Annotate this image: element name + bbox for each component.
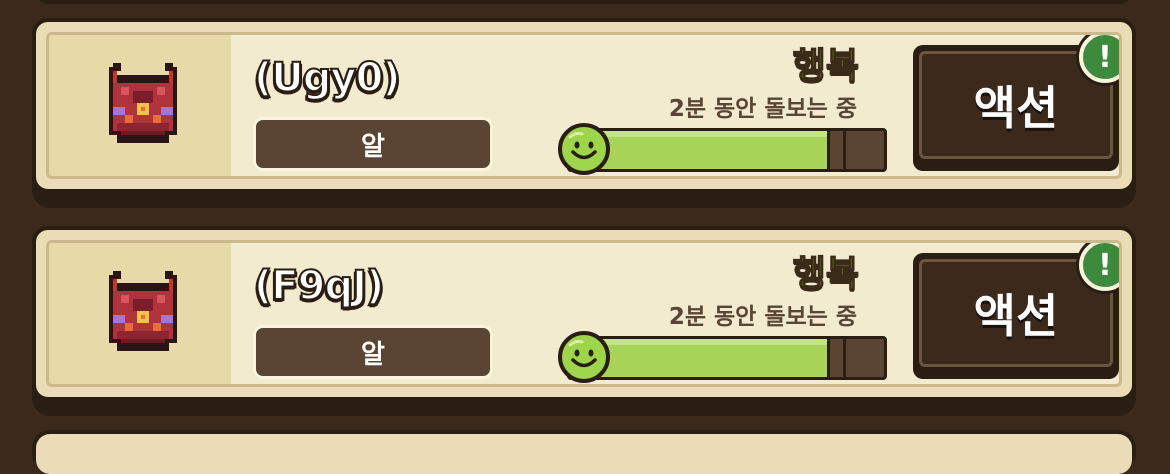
pet-card-body: (Ugy0) 알 행복 2분 동안 돌보는 중 액션 ! (46, 32, 1122, 179)
bar-segment-divider (843, 131, 847, 169)
red-horned-egg-creature-icon (109, 271, 177, 351)
action-button-label: 액션 (973, 81, 1059, 135)
top-card-edge (32, 0, 1136, 4)
red-horned-egg-creature-icon (109, 63, 177, 143)
stage-badge: 알 (253, 117, 493, 171)
happiness-bar (567, 128, 887, 172)
stage-label: 알 (361, 131, 385, 162)
mood-label: 행복 (792, 45, 860, 88)
pet-icon-panel (49, 243, 231, 384)
pet-name: (F9qJ) (253, 262, 385, 310)
smiley-face-icon (558, 123, 610, 175)
pet-card: (Ugy0) 알 행복 2분 동안 돌보는 중 액션 ! (32, 18, 1136, 208)
care-status-text: 2분 동안 돌보는 중 (668, 96, 857, 122)
alert-symbol: ! (1098, 247, 1112, 283)
smiley-face-icon (558, 331, 610, 383)
mood-label: 행복 (792, 253, 860, 296)
bar-segment-divider (827, 339, 831, 377)
stage-badge: 알 (253, 325, 493, 379)
pet-name: (Ugy0) (253, 54, 402, 102)
bar-segment-divider (843, 339, 847, 377)
happiness-bar (567, 336, 887, 380)
stage-label: 알 (361, 339, 385, 370)
bar-segment-divider (827, 131, 831, 169)
alert-symbol: ! (1098, 39, 1112, 75)
action-button-label: 액션 (973, 289, 1059, 343)
pet-card: (F9qJ) 알 행복 2분 동안 돌보는 중 액션 ! (32, 226, 1136, 416)
pet-icon-panel (49, 35, 231, 176)
pet-card-body: (F9qJ) 알 행복 2분 동안 돌보는 중 액션 ! (46, 240, 1122, 387)
care-status-text: 2분 동안 돌보는 중 (668, 304, 857, 330)
next-card-edge (32, 430, 1136, 474)
pet-card-frame: (Ugy0) 알 행복 2분 동안 돌보는 중 액션 ! (32, 18, 1136, 193)
pet-card-frame: (F9qJ) 알 행복 2분 동안 돌보는 중 액션 ! (32, 226, 1136, 401)
